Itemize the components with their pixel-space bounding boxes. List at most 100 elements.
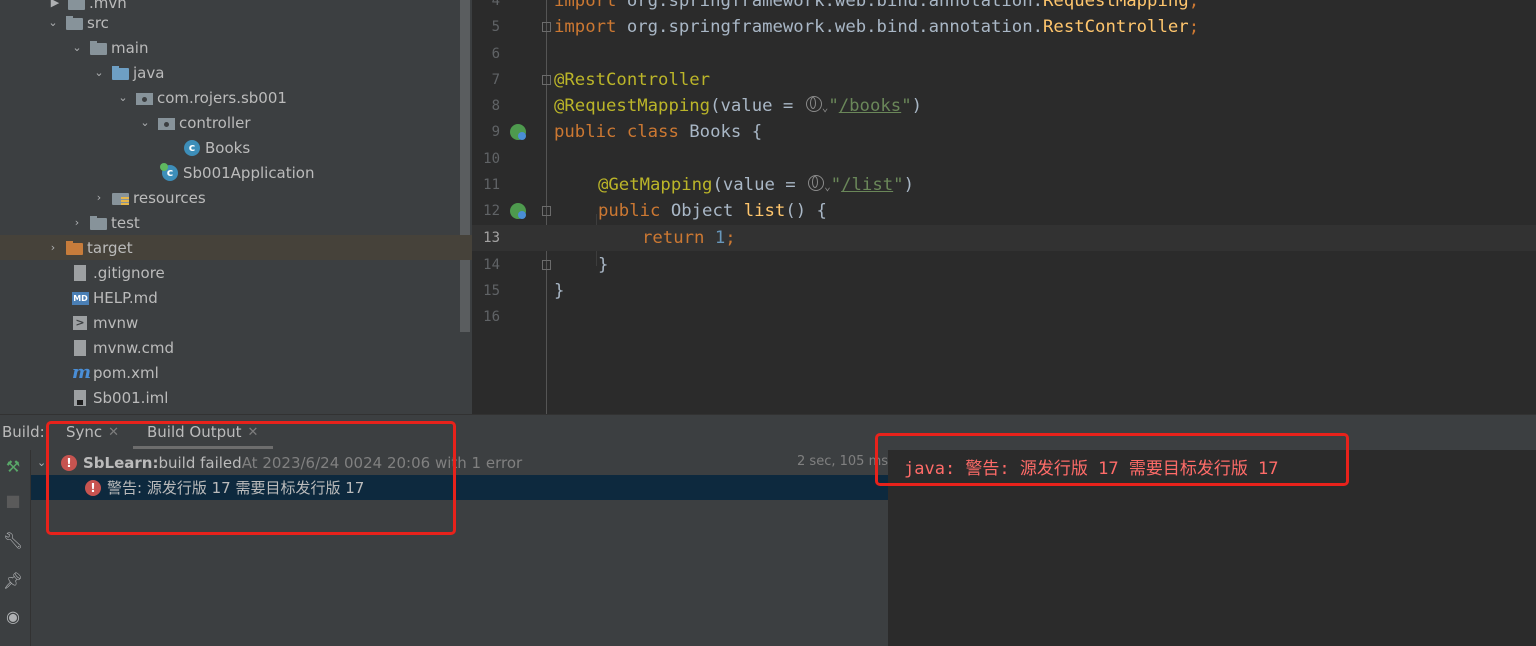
tree-item-sb001application[interactable]: Sb001Application bbox=[0, 160, 472, 185]
fold-marker-icon[interactable] bbox=[542, 75, 551, 85]
tree-item-resources[interactable]: › resources bbox=[0, 185, 472, 210]
line-number: 4 bbox=[491, 0, 500, 9]
tree-item-books[interactable]: Books bbox=[0, 135, 472, 160]
fold-marker-icon[interactable] bbox=[542, 206, 551, 216]
tree-item-label: Books bbox=[205, 138, 251, 157]
tree-item-mvnw[interactable]: mvnw bbox=[0, 310, 472, 335]
line-number: 9 bbox=[491, 124, 500, 140]
url-path[interactable]: /list bbox=[841, 175, 893, 195]
tree-item-target[interactable]: › target bbox=[0, 235, 472, 260]
spring-bean-gutter-icon[interactable] bbox=[510, 124, 526, 140]
chevron-down-icon[interactable]: ⌄ bbox=[70, 41, 84, 54]
tree-item-label: HELP.md bbox=[93, 288, 158, 307]
code-line[interactable]: 8 @RequestMapping(value = ⌄"/books") bbox=[472, 93, 1536, 119]
tree-item-label: com.rojers.sb001 bbox=[157, 88, 287, 107]
url-path[interactable]: /books bbox=[839, 96, 901, 116]
keyword: class bbox=[626, 122, 690, 142]
file-icon bbox=[72, 339, 89, 356]
current-code-line[interactable]: 13 return 1; bbox=[472, 225, 1536, 251]
package-icon bbox=[136, 90, 153, 106]
code-text[interactable]: } bbox=[554, 278, 564, 304]
chevron-right-icon[interactable]: › bbox=[70, 216, 84, 229]
code-line[interactable]: 9 public class Books { bbox=[472, 119, 1536, 145]
code-line[interactable]: 16 bbox=[472, 304, 1536, 330]
code-line[interactable]: 10 bbox=[472, 146, 1536, 172]
java-class-icon bbox=[184, 139, 201, 156]
code-editor[interactable]: 4 import org.springframework.web.bind.an… bbox=[472, 0, 1536, 414]
code-token: (value = bbox=[712, 175, 807, 195]
build-label: Build: bbox=[2, 423, 45, 441]
chevron-right-icon[interactable]: › bbox=[92, 191, 106, 204]
code-token: ) bbox=[911, 96, 922, 116]
class-name: RestController bbox=[1043, 17, 1189, 37]
annotation: @RestController bbox=[554, 70, 711, 90]
code-line[interactable]: 12 public Object list() { bbox=[472, 198, 1536, 224]
code-text[interactable]: public Object list() { bbox=[598, 198, 827, 224]
code-text[interactable]: import org.springframework.web.bind.anno… bbox=[554, 0, 1199, 14]
code-text[interactable]: @RequestMapping(value = ⌄"/books") bbox=[554, 93, 922, 121]
code-line[interactable]: 6 bbox=[472, 41, 1536, 67]
code-line[interactable]: 11 @GetMapping(value = ⌄"/list") bbox=[472, 172, 1536, 198]
code-line[interactable]: 14 } bbox=[472, 252, 1536, 278]
fold-marker-icon[interactable] bbox=[542, 260, 551, 270]
tree-item-iml[interactable]: Sb001.iml bbox=[0, 385, 472, 410]
code-text[interactable]: import org.springframework.web.bind.anno… bbox=[554, 14, 1199, 40]
chevron-down-icon[interactable]: ⌄ bbox=[138, 116, 152, 129]
chevron-down-icon[interactable]: ⌄ bbox=[46, 16, 60, 29]
request-mapping-gutter-icon[interactable] bbox=[510, 203, 526, 219]
code-text[interactable]: public class Books { bbox=[554, 119, 762, 145]
tree-item-controller[interactable]: ⌄ controller bbox=[0, 110, 472, 135]
tree-item-mvnw-cmd[interactable]: mvnw.cmd bbox=[0, 335, 472, 360]
code-line[interactable]: 7 @RestController bbox=[472, 67, 1536, 93]
chevron-right-icon[interactable]: › bbox=[46, 241, 60, 254]
tree-item-help-md[interactable]: HELP.md bbox=[0, 285, 472, 310]
keyword: public bbox=[598, 201, 671, 221]
tree-item-gitignore[interactable]: .gitignore bbox=[0, 260, 472, 285]
code-token: (value = bbox=[710, 96, 804, 116]
stop-icon[interactable]: ■ bbox=[2, 490, 24, 512]
fold-marker-icon[interactable] bbox=[542, 22, 551, 32]
chevron-down-icon[interactable]: ⌄ bbox=[116, 91, 130, 104]
line-number: 11 bbox=[483, 177, 500, 193]
markdown-icon bbox=[72, 290, 89, 306]
folder-icon bbox=[90, 40, 107, 56]
package-name: org.springframework.web.bind.annotation. bbox=[626, 0, 1044, 11]
tree-item-label: test bbox=[111, 213, 140, 232]
tree-item-main[interactable]: ⌄ main bbox=[0, 35, 472, 60]
type-name: Object bbox=[670, 201, 744, 221]
code-text[interactable]: @GetMapping(value = ⌄"/list") bbox=[598, 172, 914, 200]
line-number: 6 bbox=[491, 46, 500, 62]
code-line[interactable]: 4 import org.springframework.web.bind.an… bbox=[472, 0, 1536, 14]
class-name: RequestMapping bbox=[1043, 0, 1189, 11]
tree-item-test[interactable]: › test bbox=[0, 210, 472, 235]
web-globe-icon[interactable] bbox=[805, 96, 822, 112]
code-line[interactable]: 15 } bbox=[472, 278, 1536, 304]
web-globe-icon[interactable] bbox=[808, 175, 825, 191]
wrench-icon[interactable]: 🔧︎ bbox=[2, 530, 24, 552]
code-text[interactable]: } bbox=[598, 252, 608, 278]
line-number: 10 bbox=[483, 151, 500, 167]
tree-item-pom-xml[interactable]: pom.xml bbox=[0, 360, 472, 385]
pin-icon[interactable]: 📌︎ bbox=[2, 570, 24, 592]
resources-folder-icon bbox=[112, 190, 129, 206]
annotation: @GetMapping bbox=[598, 175, 713, 195]
package-icon bbox=[158, 115, 175, 131]
code-text[interactable]: @RestController bbox=[554, 67, 710, 93]
tree-item-label: target bbox=[87, 238, 133, 257]
chevron-right-icon[interactable]: ▶ bbox=[48, 0, 62, 9]
folder-icon bbox=[66, 15, 83, 31]
tree-item-java[interactable]: ⌄ java bbox=[0, 60, 472, 85]
hammer-icon[interactable]: ⚒ bbox=[2, 456, 24, 478]
tree-item-package[interactable]: ⌄ com.rojers.sb001 bbox=[0, 85, 472, 110]
tree-item-label: Sb001Application bbox=[183, 163, 315, 182]
highlight-box bbox=[46, 421, 456, 535]
eye-icon[interactable]: ◉ bbox=[2, 606, 24, 628]
chevron-down-icon[interactable]: ⌄ bbox=[92, 66, 106, 79]
chevron-down-icon[interactable]: ⌄ bbox=[824, 180, 831, 193]
code-line[interactable]: 5 import org.springframework.web.bind.an… bbox=[472, 14, 1536, 40]
folder-icon bbox=[90, 215, 107, 231]
tree-item-src[interactable]: ⌄ src bbox=[0, 10, 472, 35]
code-text[interactable]: return 1; bbox=[642, 225, 736, 251]
keyword: import bbox=[554, 0, 627, 11]
url-path-text: /list bbox=[841, 175, 894, 195]
